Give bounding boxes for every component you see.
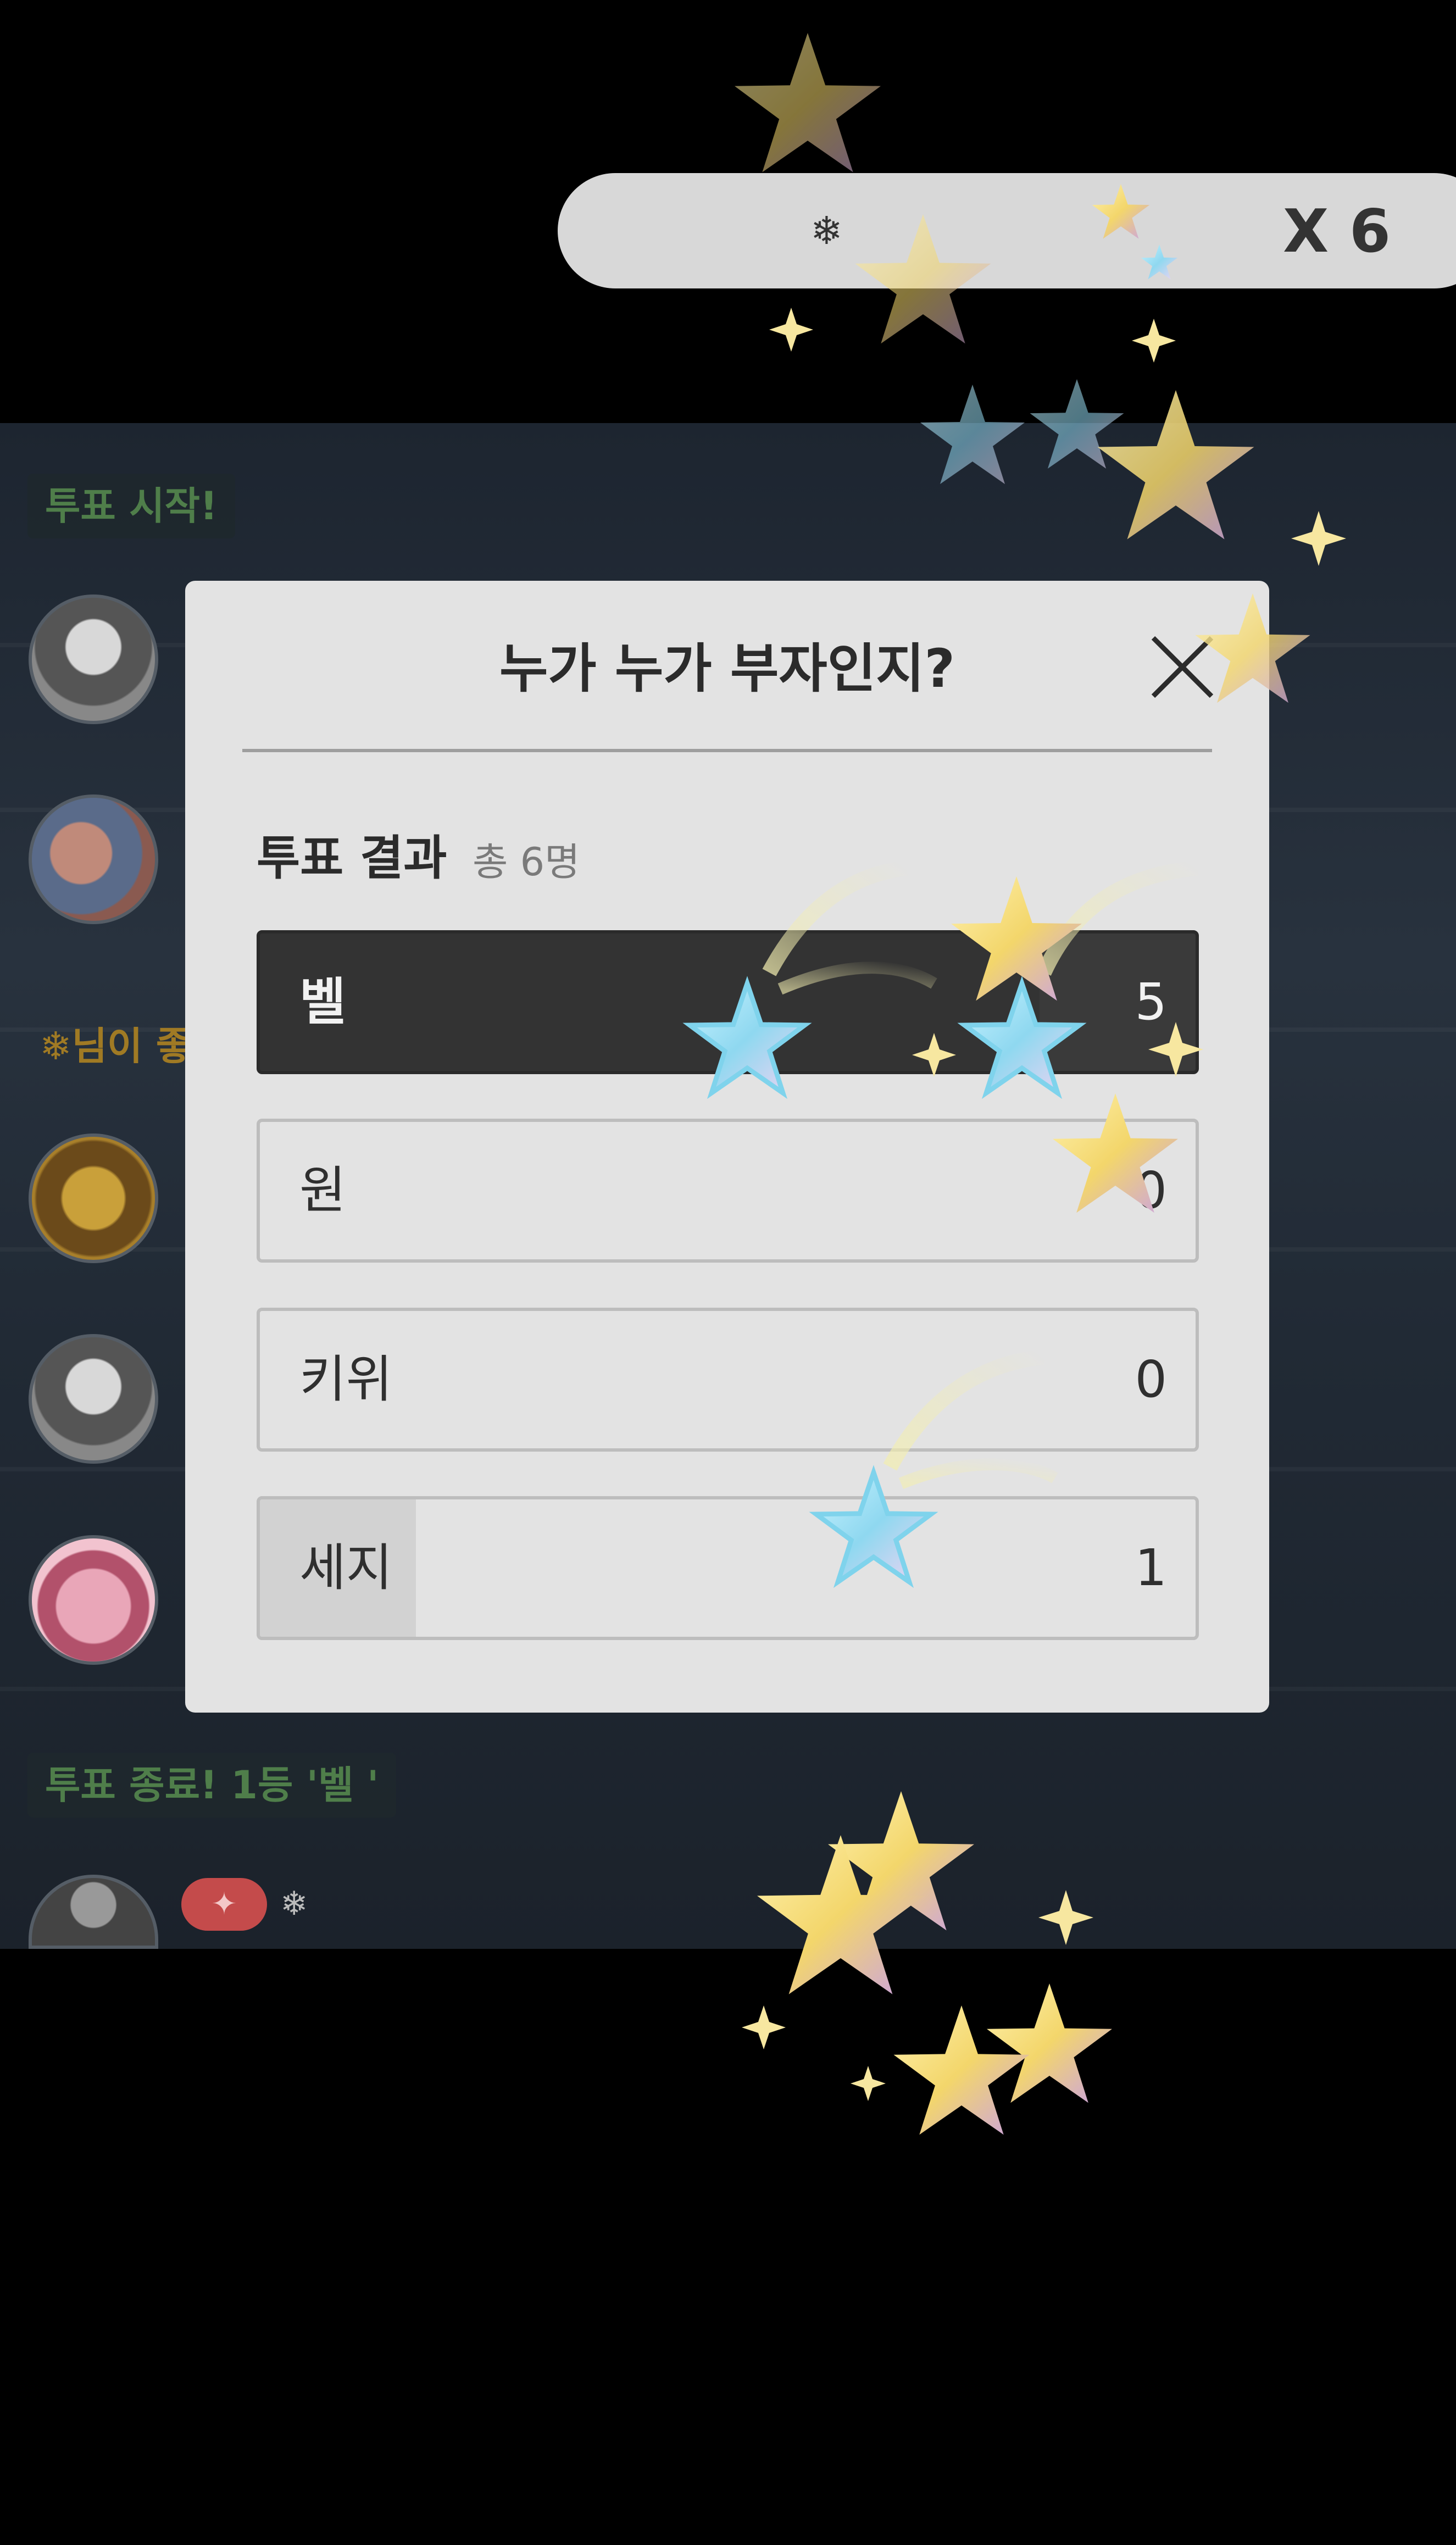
- option-name: 세지: [299, 1538, 393, 1597]
- avatar[interactable]: [29, 794, 158, 924]
- vote-bar-fill: [260, 933, 1040, 1071]
- vote-option[interactable]: 벨 5: [257, 930, 1199, 1074]
- option-name: 키위: [299, 1350, 393, 1409]
- system-message-vote-end: 투표 종료! 1등 '벨 ': [27, 1753, 397, 1818]
- vote-option[interactable]: 세지 1: [257, 1496, 1199, 1640]
- snowflake-icon: ❄: [280, 1885, 308, 1923]
- vote-result-modal: 누가 누가 부자인지? 투표 결과 총 6명 벨 5 원 0 키위 0 세지 1: [185, 581, 1269, 1713]
- gift-count-banner: ❄ X 6: [558, 173, 1456, 288]
- option-votes: 1: [1135, 1538, 1167, 1597]
- vote-option[interactable]: 키위 0: [257, 1308, 1199, 1452]
- divider: [242, 749, 1212, 752]
- snowflake-icon: ❄: [810, 208, 843, 253]
- gift-count: X 6: [1283, 197, 1391, 266]
- avatar[interactable]: [29, 1535, 158, 1665]
- system-message-notice: ❄님이 좋: [40, 1024, 192, 1069]
- vote-option[interactable]: 원 0: [257, 1119, 1199, 1263]
- option-votes: 0: [1135, 1161, 1167, 1220]
- avatar[interactable]: [29, 1334, 158, 1464]
- option-votes: 0: [1135, 1350, 1167, 1409]
- option-votes: 5: [1135, 973, 1167, 1031]
- sparkle-button[interactable]: ✦: [181, 1878, 267, 1931]
- result-label: 투표 결과: [257, 831, 447, 886]
- total-voters: 총 6명: [473, 840, 580, 885]
- option-name: 벨: [299, 973, 346, 1031]
- avatar[interactable]: [29, 594, 158, 724]
- close-icon[interactable]: [1147, 631, 1218, 703]
- option-name: 원: [299, 1161, 346, 1220]
- star-icon: [987, 1983, 1112, 2103]
- system-message-vote-start: 투표 시작!: [27, 474, 235, 538]
- modal-title: 누가 누가 부자인지?: [499, 638, 955, 699]
- star-icon: [893, 2005, 1030, 2135]
- avatar[interactable]: [29, 1133, 158, 1263]
- star-icon: [735, 33, 881, 173]
